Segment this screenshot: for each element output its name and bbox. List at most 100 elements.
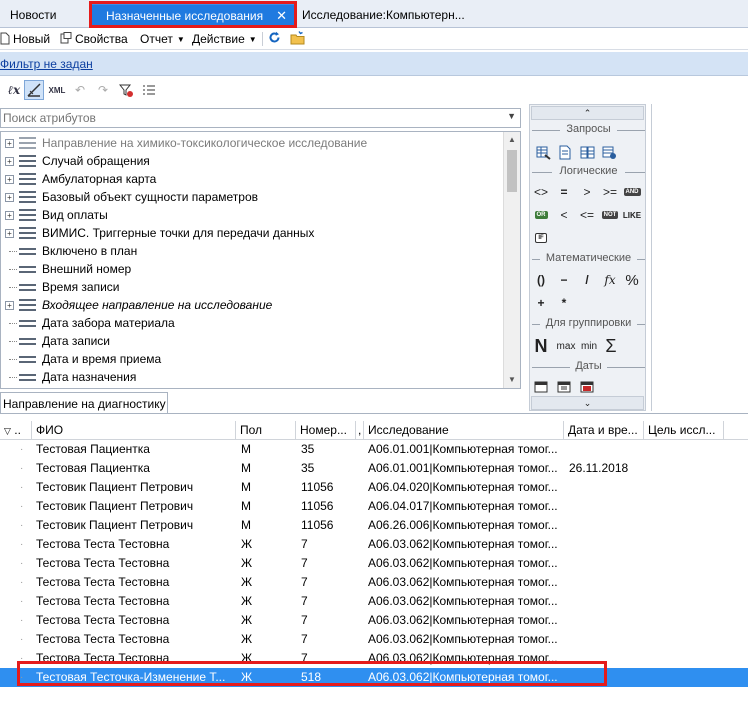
cell-sex: Ж [241, 556, 253, 570]
undo-icon[interactable]: ↶ [70, 80, 90, 100]
tree-item[interactable]: + Вид оплаты [1, 206, 501, 224]
wizard-icon[interactable] [24, 80, 44, 100]
table-row[interactable]: · Тестовик Пациент Петрович М 11056 A06.26.0… [0, 516, 748, 535]
report-menu[interactable]: Отчет ▼ [140, 31, 185, 47]
lambda-expression-icon[interactable]: ℓx [4, 80, 24, 100]
op-less[interactable]: < [554, 206, 574, 224]
table-row[interactable]: · Тестова Теста Тестовна Ж 7 A06.03.062|Комп… [0, 573, 748, 592]
table-row[interactable]: · Тестова Теста Тестовна Ж 7 A06.03.062|Комп… [0, 535, 748, 554]
table-row[interactable]: · Тестова Теста Тестовна Ж 7 A06.03.062|Комп… [0, 630, 748, 649]
op-not[interactable]: NOT [600, 206, 620, 224]
column-header-name[interactable]: ФИО [32, 421, 236, 440]
expand-icon[interactable]: + [5, 301, 14, 310]
query-table-icon[interactable] [533, 143, 553, 161]
tab-diagnostic-referral[interactable]: Направление на диагностику [0, 392, 168, 414]
action-menu[interactable]: Действие ▼ [192, 31, 257, 47]
expand-icon[interactable]: + [5, 139, 14, 148]
date-day-icon[interactable] [531, 377, 551, 395]
op-divide[interactable]: / [577, 271, 597, 289]
chevron-down-icon[interactable]: ▼ [507, 111, 516, 121]
panel-scroll-up-icon[interactable]: ⌃ [531, 106, 644, 120]
open-folder-button[interactable] [290, 31, 305, 47]
scroll-down-icon[interactable]: ▼ [504, 372, 520, 388]
tab-study[interactable]: Исследование:Компьютерн... [302, 4, 472, 26]
tree-item[interactable]: Дата назначения [1, 368, 501, 386]
tree-item[interactable]: Дата забора материала [1, 314, 501, 332]
query-join-icon[interactable] [577, 143, 597, 161]
expand-icon[interactable]: + [5, 175, 14, 184]
op-like[interactable]: LIKE [622, 206, 642, 224]
op-not-equal[interactable]: <> [531, 183, 551, 201]
query-exists-icon[interactable] [599, 143, 619, 161]
tree-item[interactable]: + Входящее направление на исследование [1, 296, 501, 314]
panel-scroll-down-icon[interactable]: ⌄ [531, 396, 644, 410]
column-header-sex[interactable]: Пол [236, 421, 296, 440]
op-equal[interactable]: = [554, 183, 574, 201]
op-if[interactable]: IF [531, 229, 551, 247]
table-row[interactable]: · Тестова Теста Тестовна Ж 7 A06.03.062|Комп… [0, 592, 748, 611]
table-row[interactable]: · Тестовая Пациентка М 35 A06.01.001|Компьют… [0, 459, 748, 478]
expand-icon[interactable]: + [5, 193, 14, 202]
tree-item[interactable]: + Амбулаторная карта [1, 170, 501, 188]
row-marker: · [20, 444, 24, 455]
new-button[interactable]: Новый [0, 31, 50, 47]
table-row[interactable]: · Тестова Теста Тестовна Ж 7 A06.03.062|Комп… [0, 554, 748, 573]
date-year-icon[interactable] [577, 377, 597, 395]
tree-item[interactable]: Внешний номер [1, 260, 501, 278]
op-function[interactable]: fx [600, 271, 620, 289]
date-month-icon[interactable] [554, 377, 574, 395]
op-percent[interactable]: % [622, 271, 642, 289]
xml-icon[interactable]: XML [47, 80, 67, 100]
tree-item[interactable]: + Базовый объект сущности параметров [1, 188, 501, 206]
column-header-narrow[interactable]: , [356, 421, 364, 440]
table-row[interactable]: · Тестова Теста Тестовна Ж 7 A06.03.062|Комп… [0, 611, 748, 630]
op-min[interactable]: min [578, 337, 600, 355]
column-header-number[interactable]: Номер... [296, 421, 356, 440]
table-row[interactable]: · Тестовая Пациентка М 35 A06.01.001|Компьют… [0, 440, 748, 459]
tree-connector [9, 323, 17, 324]
op-count[interactable]: N [531, 336, 551, 356]
op-less-equal[interactable]: <= [577, 206, 597, 224]
tree-item[interactable]: Дата и время приема [1, 350, 501, 368]
scroll-thumb[interactable] [507, 150, 517, 192]
column-header-study[interactable]: Исследование [364, 421, 564, 440]
op-greater[interactable]: > [577, 183, 597, 201]
tree-item[interactable]: Дата записи [1, 332, 501, 350]
op-max[interactable]: max [554, 337, 578, 355]
op-multiply[interactable]: * [554, 294, 574, 312]
column-header-date[interactable]: Дата и вре... [564, 421, 644, 440]
query-subquery-icon[interactable] [555, 143, 575, 161]
tree-item[interactable]: + Направление на химико-токсикологическое… [1, 134, 501, 152]
op-minus[interactable]: − [554, 271, 574, 289]
op-greater-equal[interactable]: >= [600, 183, 620, 201]
tree-item[interactable]: Время записи [1, 278, 501, 296]
expand-icon[interactable]: + [5, 157, 14, 166]
section-line [637, 324, 645, 325]
filter-link[interactable]: Фильтр не задан [0, 57, 93, 71]
refresh-button[interactable] [268, 31, 281, 47]
properties-button[interactable]: Свойства [60, 31, 128, 47]
tree-item[interactable]: + Случай обращения [1, 152, 501, 170]
op-sum[interactable]: Σ [601, 336, 621, 356]
op-and[interactable]: AND [622, 183, 642, 201]
op-or[interactable]: OR [531, 206, 551, 224]
clear-filter-icon[interactable] [116, 80, 136, 100]
op-plus[interactable]: + [531, 294, 551, 312]
column-header-marker[interactable]: ▽ .. [0, 421, 32, 440]
redo-icon[interactable]: ↷ [93, 80, 113, 100]
expand-icon[interactable]: + [5, 229, 14, 238]
table-row[interactable]: · Тестовик Пациент Петрович М 11056 A06.04.0… [0, 478, 748, 497]
table-row[interactable]: · Тестовик Пациент Петрович М 11056 A06.04.0… [0, 497, 748, 516]
tab-news[interactable]: Новости [10, 4, 70, 26]
op-parentheses[interactable]: () [531, 271, 551, 289]
tree-scrollbar[interactable]: ▲ ▼ [503, 132, 520, 388]
section-line [532, 172, 552, 173]
list-icon[interactable] [139, 80, 159, 100]
tree-item[interactable]: + ВИМИС. Триггерные точки для передачи да… [1, 224, 501, 242]
scroll-up-icon[interactable]: ▲ [504, 132, 520, 148]
search-input[interactable] [1, 109, 481, 127]
column-header-purpose[interactable]: Цель иссл... [644, 421, 724, 440]
expand-icon[interactable]: + [5, 211, 14, 220]
tree-item[interactable]: Включено в план [1, 242, 501, 260]
attribute-search[interactable]: ▼ [0, 108, 521, 128]
